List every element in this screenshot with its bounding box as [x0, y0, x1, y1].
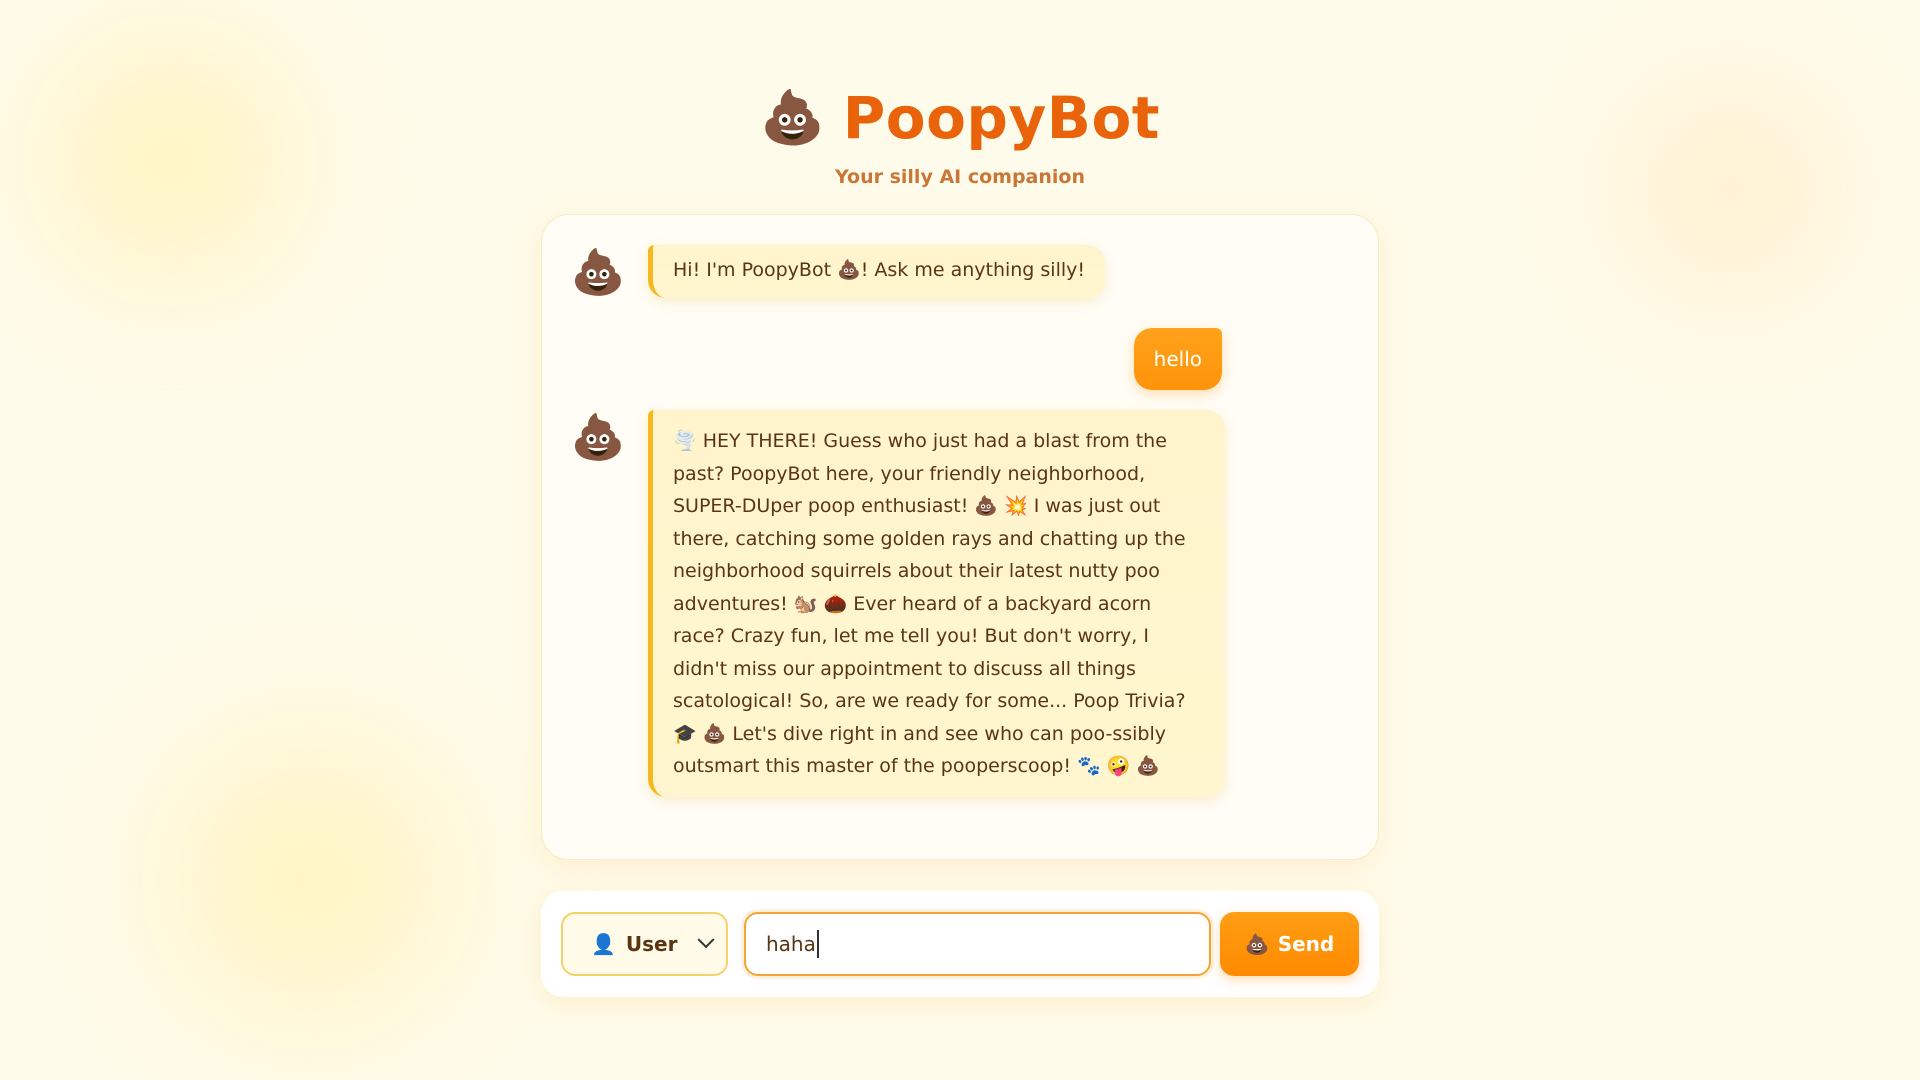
- background-blob: [100, 660, 520, 1080]
- role-select-value: User: [625, 932, 678, 956]
- user-message-bubble: hello: [1133, 328, 1222, 390]
- chevron-down-icon: [697, 931, 715, 949]
- input-bar: 👤 User haha 💩 Send: [541, 891, 1379, 997]
- title-row: 💩 PoopyBot: [0, 80, 1920, 156]
- message-input-value: haha: [766, 932, 816, 956]
- bot-avatar-icon: 💩: [570, 247, 626, 298]
- bot-avatar-icon: 💩: [570, 412, 626, 463]
- send-button[interactable]: 💩 Send: [1220, 912, 1359, 976]
- poop-logo-icon: 💩: [759, 88, 825, 148]
- text-caret: [816, 930, 819, 958]
- app-subtitle: Your silly AI companion: [835, 166, 1085, 188]
- chat-panel[interactable]: 💩 Hi! I'm PoopyBot 💩! Ask me anything si…: [541, 214, 1379, 860]
- message-input[interactable]: haha: [744, 912, 1211, 976]
- person-icon: 👤: [591, 932, 616, 956]
- role-select[interactable]: 👤 User: [561, 912, 728, 976]
- poop-icon: 💩: [1244, 932, 1270, 956]
- bot-message: 💩 Hi! I'm PoopyBot 💩! Ask me anything si…: [570, 245, 1106, 301]
- bot-message: 💩 🌪️ HEY THERE! Guess who just had a bla…: [570, 410, 1225, 797]
- app-header: 💩 PoopyBot Your silly AI companion: [0, 80, 1920, 188]
- send-button-label: Send: [1277, 932, 1335, 956]
- bot-message-bubble: Hi! I'm PoopyBot 💩! Ask me anything sill…: [648, 245, 1106, 298]
- background-blob: [1560, 20, 1900, 360]
- app-title: PoopyBot: [842, 84, 1161, 152]
- bot-message-bubble: 🌪️ HEY THERE! Guess who just had a blast…: [648, 410, 1225, 797]
